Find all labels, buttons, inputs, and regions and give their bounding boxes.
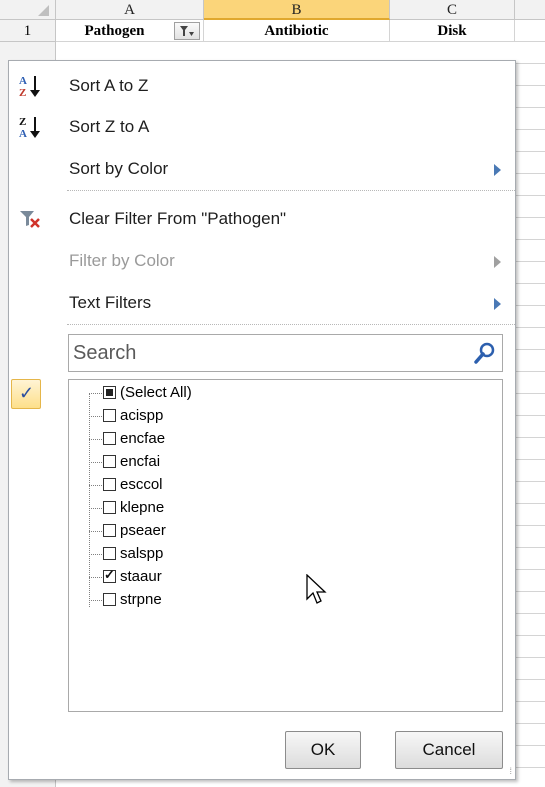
checkbox[interactable] xyxy=(103,432,116,445)
checkbox[interactable] xyxy=(103,593,116,606)
filter-item-label: salspp xyxy=(120,545,164,562)
search-input[interactable] xyxy=(73,339,453,367)
checkbox[interactable] xyxy=(103,386,116,399)
sort-by-color-item[interactable]: Sort by Color xyxy=(9,149,515,190)
submenu-arrow-icon xyxy=(494,164,501,176)
filter-dropdown-button[interactable] xyxy=(174,22,200,40)
checkbox[interactable] xyxy=(103,409,116,422)
column-header-c[interactable]: C xyxy=(390,0,515,20)
ok-button[interactable]: OK xyxy=(285,731,361,769)
sort-a-to-z-item[interactable]: A Z Sort A to Z xyxy=(9,66,515,107)
menu-separator xyxy=(67,190,515,191)
filter-item-label: staaur xyxy=(120,568,162,585)
resize-grip-icon[interactable]: ⁞ xyxy=(509,766,512,776)
submenu-arrow-icon xyxy=(494,256,501,268)
select-all-corner[interactable] xyxy=(0,0,56,20)
svg-text:A: A xyxy=(19,128,27,140)
filter-item-label: strpne xyxy=(120,591,162,608)
checkbox[interactable] xyxy=(103,501,116,514)
sort-descending-icon: Z A xyxy=(19,116,40,140)
checkbox[interactable] xyxy=(103,567,116,583)
mouse-cursor-icon xyxy=(306,574,327,604)
sort-ascending-icon: A Z xyxy=(19,75,40,99)
column-header-b[interactable]: B xyxy=(204,0,390,20)
filtered-checkmark-icon: ✓ xyxy=(11,379,41,409)
checkbox[interactable] xyxy=(103,547,116,560)
checkbox[interactable] xyxy=(103,478,116,491)
clear-filter-icon xyxy=(20,211,40,228)
checkbox[interactable] xyxy=(103,524,116,537)
clear-filter-item[interactable]: Clear Filter From "Pathogen" xyxy=(9,199,515,240)
cell-b1[interactable]: Antibiotic xyxy=(204,20,390,42)
filter-item-label: (Select All) xyxy=(120,384,192,401)
filter-by-color-item: Filter by Color xyxy=(9,241,515,282)
filter-item-label: acispp xyxy=(120,407,164,424)
column-header-d[interactable] xyxy=(515,0,545,20)
filter-by-color-label: Filter by Color xyxy=(69,251,175,270)
svg-text:Z: Z xyxy=(19,87,26,99)
sort-a-to-z-label: Sort A to Z xyxy=(69,76,149,95)
cell-d1[interactable] xyxy=(515,20,545,42)
filter-item-label: klepne xyxy=(120,499,165,516)
svg-text:A: A xyxy=(19,75,27,87)
autofilter-menu: A Z Sort A to Z Z A Sort Z to A Sort by … xyxy=(8,60,516,780)
cancel-button[interactable]: Cancel xyxy=(395,731,503,769)
sort-z-to-a-label: Sort Z to A xyxy=(69,117,150,136)
filter-item-label: esccol xyxy=(120,476,163,493)
menu-separator xyxy=(67,324,515,325)
search-box[interactable] xyxy=(68,334,503,372)
checkbox[interactable] xyxy=(103,455,116,468)
cell-c1[interactable]: Disk xyxy=(390,20,515,42)
filter-dropdown-icon xyxy=(180,26,194,36)
sort-z-to-a-item[interactable]: Z A Sort Z to A xyxy=(9,107,515,148)
clear-filter-label: Clear Filter From "Pathogen" xyxy=(69,209,287,228)
text-filters-label: Text Filters xyxy=(69,293,152,312)
column-header-a[interactable]: A xyxy=(56,0,204,20)
submenu-arrow-icon xyxy=(494,298,501,310)
filter-values-list[interactable]: (Select All) acispp encfae encfai esccol klep… xyxy=(68,379,503,712)
svg-text:Z: Z xyxy=(19,116,26,128)
filter-item-label: encfai xyxy=(120,453,161,470)
filter-item-label: pseaer xyxy=(120,522,166,539)
filter-item-label: encfae xyxy=(120,430,166,447)
sheet-gridlines xyxy=(515,42,545,787)
search-icon[interactable] xyxy=(474,342,496,364)
row-header-1[interactable]: 1 xyxy=(0,20,56,42)
sort-by-color-label: Sort by Color xyxy=(69,159,169,178)
text-filters-item[interactable]: Text Filters xyxy=(9,283,515,324)
